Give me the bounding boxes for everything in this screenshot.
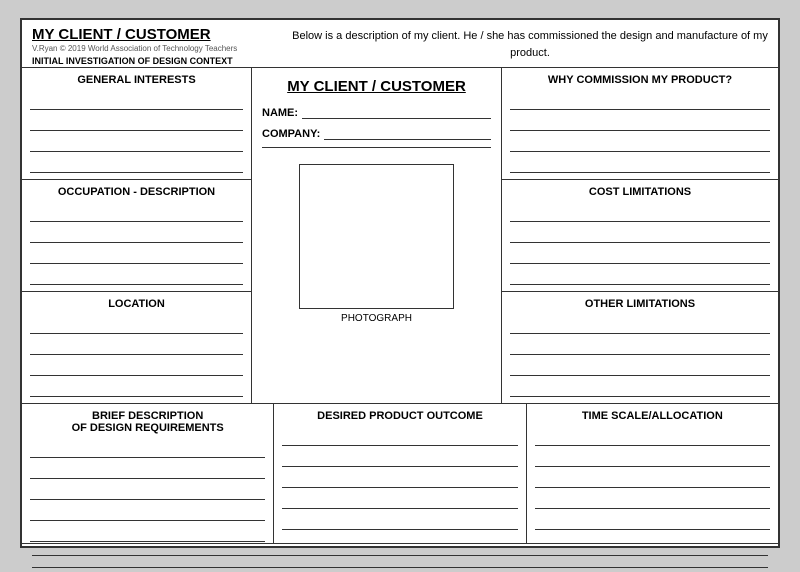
time-scale-lines — [535, 432, 770, 530]
footer-line-2 — [32, 561, 768, 569]
why-commission-section: WHY COMMISSION MY PRODUCT? — [502, 68, 778, 180]
line-field[interactable] — [510, 320, 770, 334]
line-field[interactable] — [535, 474, 770, 488]
general-interests-label: GENERAL INTERESTS — [30, 74, 243, 86]
line-field[interactable] — [30, 341, 243, 355]
location-section: LOCATION — [22, 292, 251, 403]
why-commission-lines — [510, 96, 770, 173]
line-field[interactable] — [282, 516, 517, 530]
location-lines — [30, 320, 243, 397]
name-label: NAME: — [262, 107, 298, 119]
line-field[interactable] — [30, 528, 265, 542]
header-left: MY CLIENT / CUSTOMER V.Ryan © 2019 World… — [32, 26, 292, 66]
line-field[interactable] — [30, 320, 243, 334]
line-field[interactable] — [30, 362, 243, 376]
page-title: MY CLIENT / CUSTOMER — [32, 26, 292, 43]
header-attribution: V.Ryan © 2019 World Association of Techn… — [32, 44, 292, 53]
other-limitations-section: OTHER LIMITATIONS — [502, 292, 778, 403]
time-scale-section: TIME SCALE/ALLOCATION — [527, 404, 778, 543]
line-field[interactable] — [30, 208, 243, 222]
line-field[interactable] — [30, 250, 243, 264]
header-row: MY CLIENT / CUSTOMER V.Ryan © 2019 World… — [22, 20, 778, 68]
line-field[interactable] — [30, 159, 243, 173]
line-field[interactable] — [30, 383, 243, 397]
other-limitations-lines — [510, 320, 770, 397]
photo-label: PHOTOGRAPH — [341, 313, 412, 324]
line-field[interactable] — [510, 341, 770, 355]
page-wrapper: MY CLIENT / CUSTOMER V.Ryan © 2019 World… — [20, 18, 780, 548]
line-field[interactable] — [30, 444, 265, 458]
line-field[interactable] — [510, 208, 770, 222]
line-field[interactable] — [510, 138, 770, 152]
header-subtitle2: INITIAL INVESTIGATION OF DESIGN CONTEXT — [32, 56, 292, 66]
design-requirements-lines — [30, 444, 265, 542]
design-requirements-section: BRIEF DESCRIPTION OF DESIGN REQUIREMENTS — [22, 404, 274, 543]
desired-outcome-section: DESIRED PRODUCT OUTCOME — [274, 404, 526, 543]
line-field[interactable] — [535, 516, 770, 530]
occupation-lines — [30, 208, 243, 285]
footer — [22, 544, 778, 572]
line-field[interactable] — [30, 465, 265, 479]
line-field[interactable] — [30, 507, 265, 521]
line-field[interactable] — [282, 495, 517, 509]
line-field[interactable] — [535, 432, 770, 446]
line-field[interactable] — [510, 271, 770, 285]
line-field[interactable] — [30, 271, 243, 285]
location-label: LOCATION — [30, 298, 243, 310]
line-field[interactable] — [30, 138, 243, 152]
line-field[interactable] — [510, 159, 770, 173]
line-field[interactable] — [510, 229, 770, 243]
general-interests-section: GENERAL INTERESTS — [22, 68, 251, 180]
line-field[interactable] — [510, 96, 770, 110]
right-column: WHY COMMISSION MY PRODUCT? COST LIMITATI… — [502, 68, 778, 403]
why-commission-label: WHY COMMISSION MY PRODUCT? — [510, 74, 770, 86]
line-field[interactable] — [510, 117, 770, 131]
line-field[interactable] — [535, 453, 770, 467]
header-description: Below is a description of my client. He … — [292, 26, 768, 61]
line-field[interactable] — [30, 486, 265, 500]
main-content: GENERAL INTERESTS OCCUPATION - DESCRIPTI… — [22, 68, 778, 404]
photo-box — [299, 164, 454, 309]
other-limitations-label: OTHER LIMITATIONS — [510, 298, 770, 310]
center-title: MY CLIENT / CUSTOMER — [287, 78, 466, 95]
line-field[interactable] — [282, 453, 517, 467]
occupation-label: OCCUPATION - DESCRIPTION — [30, 186, 243, 198]
occupation-section: OCCUPATION - DESCRIPTION — [22, 180, 251, 292]
line-field[interactable] — [282, 432, 517, 446]
bottom-row: BRIEF DESCRIPTION OF DESIGN REQUIREMENTS… — [22, 404, 778, 544]
general-interests-lines — [30, 96, 243, 173]
company-row: COMPANY: — [262, 124, 491, 140]
left-column: GENERAL INTERESTS OCCUPATION - DESCRIPTI… — [22, 68, 252, 403]
design-requirements-label: BRIEF DESCRIPTION OF DESIGN REQUIREMENTS — [30, 410, 265, 434]
time-scale-label: TIME SCALE/ALLOCATION — [535, 410, 770, 422]
desired-outcome-label: DESIRED PRODUCT OUTCOME — [282, 410, 517, 422]
line-field[interactable] — [30, 96, 243, 110]
cost-limitations-section: COST LIMITATIONS — [502, 180, 778, 292]
name-input[interactable] — [302, 103, 491, 119]
footer-line-1 — [32, 548, 768, 556]
cost-limitations-label: COST LIMITATIONS — [510, 186, 770, 198]
line-field[interactable] — [510, 383, 770, 397]
line-field[interactable] — [535, 495, 770, 509]
line-field[interactable] — [30, 229, 243, 243]
line-field[interactable] — [510, 362, 770, 376]
company-input[interactable] — [324, 124, 491, 140]
line-field[interactable] — [282, 474, 517, 488]
cost-limitations-lines — [510, 208, 770, 285]
name-row: NAME: — [262, 103, 491, 119]
line-field[interactable] — [510, 250, 770, 264]
center-column: MY CLIENT / CUSTOMER NAME: COMPANY: PHOT… — [252, 68, 502, 403]
company-label: COMPANY: — [262, 128, 320, 140]
line-field[interactable] — [30, 117, 243, 131]
divider-line — [262, 147, 491, 148]
desired-outcome-lines — [282, 432, 517, 530]
